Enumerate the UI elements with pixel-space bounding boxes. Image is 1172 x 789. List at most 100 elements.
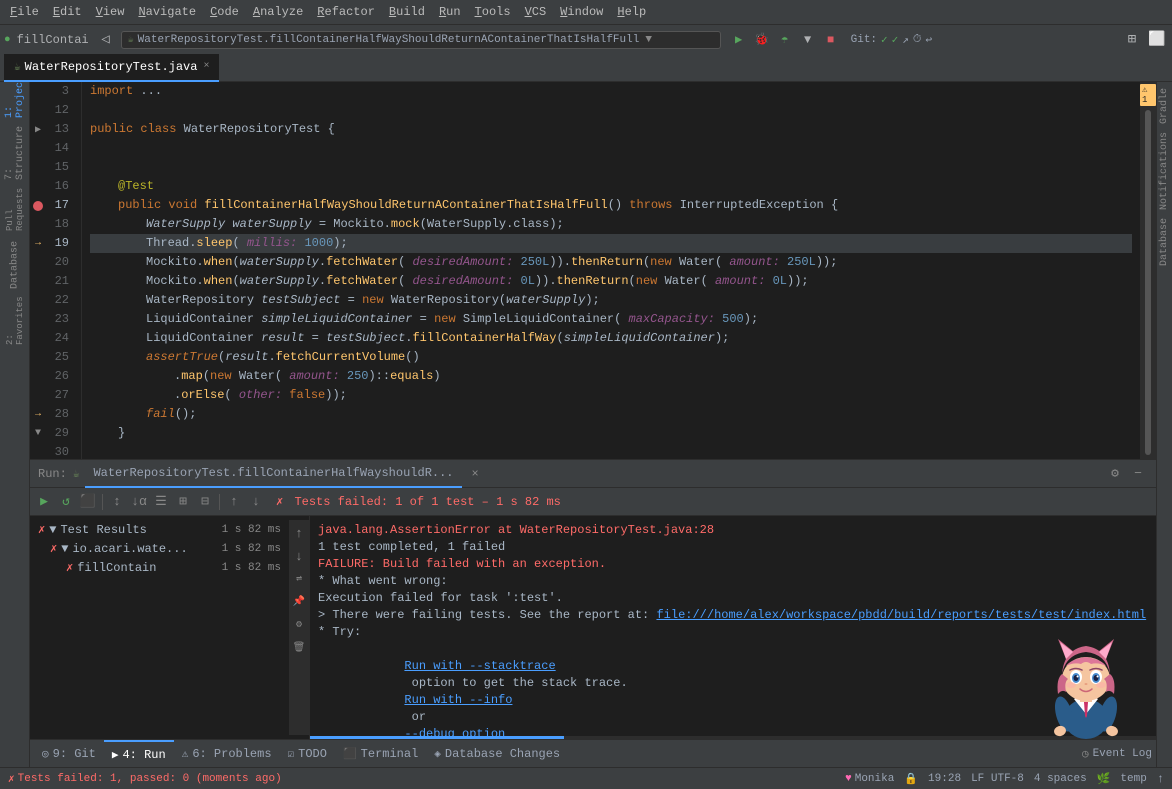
tree-trash-btn[interactable]: 🗑 (289, 638, 309, 658)
menu-help[interactable]: Help (611, 3, 652, 21)
git-check2[interactable]: ✓ (892, 33, 899, 47)
notifications-sidebar-label[interactable]: Notifications (1157, 128, 1172, 214)
run-dropdown-btn[interactable]: ▼ (798, 30, 818, 50)
stop-button[interactable]: ■ (821, 30, 841, 50)
menu-build[interactable]: Build (383, 3, 431, 21)
tab-water-repository-test[interactable]: ☕ WaterRepositoryTest.java × (4, 54, 219, 82)
up-btn[interactable]: ↑ (224, 492, 244, 512)
stacktrace-link[interactable]: Run with --stacktrace (404, 659, 555, 673)
info-link[interactable]: Run with --info (404, 693, 512, 707)
ln-29: 29 (54, 424, 73, 443)
test-class-expand[interactable]: ▼ (61, 542, 68, 556)
git-undo[interactable]: ↩ (926, 33, 933, 47)
run-panel-tab[interactable]: WaterRepositoryTest.fillContainerHalfWay… (85, 460, 461, 488)
sidebar-icon-favorites[interactable]: 2: Favorites (4, 310, 26, 332)
code-content[interactable]: import ... public class WaterRepositoryT… (82, 82, 1140, 459)
code-line-28: fail(); (90, 405, 1132, 424)
menu-window[interactable]: Window (554, 3, 609, 21)
upload-icon[interactable]: ↑ (1157, 772, 1164, 786)
tab-problems[interactable]: ⚠ 6: Problems (174, 740, 280, 768)
rerun-all-btn[interactable]: ↺ (56, 492, 76, 512)
tab-db-changes[interactable]: ◈ Database Changes (426, 740, 568, 768)
tree-pin-btn[interactable]: 📌 (289, 592, 309, 612)
sidebar-icon-structure[interactable]: 7: Structure (4, 142, 26, 164)
tab-run[interactable]: ▶ 4: Run (104, 740, 174, 768)
run-button[interactable]: ▶ (729, 30, 749, 50)
menu-vcs[interactable]: VCS (519, 3, 553, 21)
code-line-15 (90, 158, 1132, 177)
git-check1[interactable]: ✓ (881, 33, 888, 47)
sidebar-icon-requests[interactable]: Pull Requests (4, 198, 26, 220)
structure-btn[interactable]: ⊞ (1121, 29, 1143, 51)
line-numbers: 3 12 13 14 15 16 17 18 19 20 21 22 23 24… (46, 82, 82, 459)
git-history[interactable]: ⏱ (913, 34, 922, 46)
git-push[interactable]: ↗ (902, 33, 909, 47)
encoding-status[interactable]: LF UTF-8 (971, 773, 1024, 785)
run-panel-close[interactable]: × (472, 467, 479, 481)
editor-scrollbar[interactable]: ⚠ 1 (1140, 82, 1156, 459)
gradle-sidebar-label[interactable]: Gradle (1157, 84, 1172, 128)
menu-tools[interactable]: Tools (469, 3, 517, 21)
collapse-btn[interactable]: ⊟ (195, 492, 215, 512)
branch-status[interactable]: temp (1120, 773, 1146, 785)
tab-git[interactable]: ◎ 9: Git (34, 740, 104, 768)
menu-edit[interactable]: Edit (47, 3, 88, 21)
back-icon[interactable]: ◁ (95, 29, 117, 51)
project-icon: ● (4, 34, 11, 46)
breadcrumb-bar[interactable]: ☕ WaterRepositoryTest.fillContainerHalfW… (121, 31, 721, 49)
tab-close-icon[interactable]: × (203, 61, 209, 72)
menu-run[interactable]: Run (433, 3, 467, 21)
menu-code[interactable]: Code (204, 3, 245, 21)
breakpoint-17[interactable] (33, 201, 43, 211)
tree-right-toolbar: ↑ ↓ ⇌ 📌 ⚙ 🗑 (289, 520, 309, 735)
run-panel-settings[interactable]: ⚙ (1105, 464, 1125, 484)
gutter-26 (30, 367, 46, 386)
coverage-button[interactable]: ☂ (775, 30, 795, 50)
fold-icon-29[interactable]: ▼ (35, 428, 41, 439)
tree-btn[interactable]: ☰ (151, 492, 171, 512)
database-sidebar-label[interactable]: Database (1157, 214, 1172, 270)
indent-status[interactable]: 4 spaces (1034, 773, 1087, 785)
tab-todo[interactable]: ☑ TODO (280, 740, 335, 768)
ln-12: 12 (54, 101, 73, 120)
menu-file[interactable]: File (4, 3, 45, 21)
git-tab-icon: ◎ (42, 747, 49, 761)
tree-down-btn[interactable]: ↓ (289, 546, 309, 566)
ln-25: 25 (54, 348, 73, 367)
project-name[interactable]: fillContai (13, 29, 93, 51)
anime-character (1036, 624, 1136, 739)
debug-icon-28: → (35, 409, 41, 420)
tab-terminal[interactable]: ⬛ Terminal (335, 740, 426, 768)
menu-refactor[interactable]: Refactor (311, 3, 381, 21)
tree-wrap-btn[interactable]: ⇌ (289, 569, 309, 589)
debug-button[interactable]: 🐞 (752, 30, 772, 50)
tree-up-btn[interactable]: ↑ (289, 523, 309, 543)
expand-btn[interactable]: ⊞ (173, 492, 193, 512)
code-editor[interactable]: ▶ → → (30, 82, 1156, 459)
down-btn[interactable]: ↓ (246, 492, 266, 512)
sidebar-icon-project[interactable]: 1: Project (4, 86, 26, 108)
menu-view[interactable]: View (90, 3, 131, 21)
gutter-20 (30, 253, 46, 272)
menu-navigate[interactable]: Navigate (132, 3, 202, 21)
run-panel-minimize[interactable]: − (1128, 464, 1148, 484)
rerun-btn[interactable]: ▶ (34, 492, 54, 512)
output-line-1: java.lang.AssertionError at WaterReposit… (318, 522, 1148, 539)
stop-test-btn[interactable]: ⬛ (78, 492, 98, 512)
menu-analyze[interactable]: Analyze (247, 3, 309, 21)
tree-filter-btn[interactable]: ⚙ (289, 615, 309, 635)
sort-btn[interactable]: ↕ (107, 492, 127, 512)
output-panel[interactable]: java.lang.AssertionError at WaterReposit… (310, 516, 1156, 739)
sidebar-icon-database[interactable]: Database (4, 254, 26, 276)
event-log-label[interactable]: Event Log (1093, 748, 1152, 760)
fold-icon-13[interactable]: ▶ (35, 124, 41, 136)
test-class-item[interactable]: ✗ ▼ io.acari.wate... 1 s 82 ms (30, 539, 289, 558)
test-method-item[interactable]: ✗ fillContain 1 s 82 ms (30, 558, 289, 577)
maximize-btn[interactable]: ⬜ (1146, 29, 1168, 51)
scroll-thumb[interactable] (1145, 110, 1151, 455)
breadcrumb-dropdown-icon[interactable]: ▼ (645, 34, 652, 46)
report-link[interactable]: file:///home/alex/workspace/pbdd/build/r… (656, 608, 1146, 622)
test-results-expand[interactable]: ▼ (49, 523, 56, 537)
sort-alpha-btn[interactable]: ↓α (129, 492, 149, 512)
test-results-root[interactable]: ✗ ▼ Test Results 1 s 82 ms (30, 520, 289, 539)
